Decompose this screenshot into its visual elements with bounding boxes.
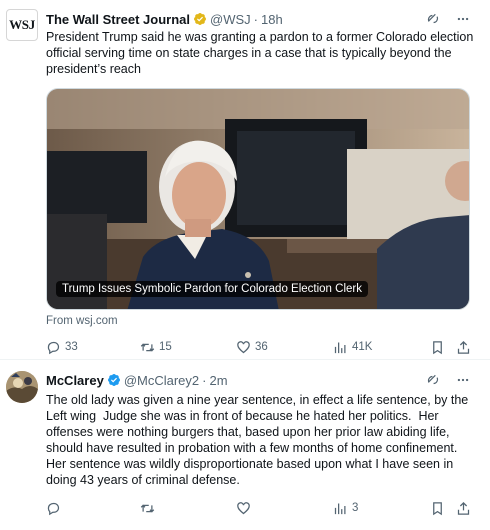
bookmark-button[interactable] bbox=[430, 340, 445, 355]
views-count: 3 bbox=[352, 502, 359, 514]
tweet-timestamp[interactable]: 2m bbox=[209, 373, 227, 388]
views-icon bbox=[334, 503, 346, 514]
bookmark-icon bbox=[433, 501, 442, 515]
link-card-title[interactable]: Trump Issues Symbolic Pardon for Colorad… bbox=[56, 281, 368, 297]
author-name[interactable]: The Wall Street Journal bbox=[46, 12, 190, 27]
reply-icon bbox=[47, 502, 60, 515]
reply-button[interactable]: 33 bbox=[46, 340, 78, 355]
more-icon[interactable] bbox=[456, 373, 470, 387]
share-icon bbox=[457, 501, 470, 515]
separator-dot: · bbox=[253, 11, 258, 27]
tweet-timestamp[interactable]: 18h bbox=[261, 12, 283, 27]
like-icon bbox=[237, 501, 250, 514]
courtroom-photo bbox=[47, 89, 469, 309]
like-button[interactable]: 36 bbox=[236, 340, 268, 355]
reply-button[interactable] bbox=[46, 501, 65, 516]
tweet-text: President Trump said he was granting a p… bbox=[46, 30, 477, 76]
mcclarey-avatar[interactable] bbox=[6, 371, 38, 403]
repost-button[interactable]: 15 bbox=[140, 340, 172, 355]
views-button[interactable]: 3 bbox=[333, 501, 358, 516]
author-handle[interactable]: @McClarey2 bbox=[124, 373, 199, 388]
share-icon bbox=[457, 340, 470, 354]
gold-verified-badge-icon[interactable] bbox=[193, 12, 207, 26]
views-count: 41K bbox=[352, 341, 373, 353]
tweet-actions: 33 15 36 41K bbox=[46, 337, 478, 357]
repost-icon bbox=[140, 342, 155, 352]
bookmark-icon bbox=[433, 340, 442, 354]
link-card-image[interactable]: Trump Issues Symbolic Pardon for Colorad… bbox=[46, 88, 470, 310]
views-icon bbox=[334, 342, 346, 353]
tweet-header: The Wall Street Journal @WSJ · 18h bbox=[46, 10, 482, 28]
reply-count: 33 bbox=[65, 341, 78, 353]
blue-verified-badge-icon[interactable] bbox=[107, 373, 121, 387]
tweet-wsj[interactable]: WSJ The Wall Street Journal @WSJ · 18h P… bbox=[0, 0, 490, 360]
tweet-actions: 3 bbox=[46, 498, 478, 518]
link-source[interactable]: From wsj.com bbox=[46, 315, 118, 327]
wsj-avatar[interactable]: WSJ bbox=[6, 9, 38, 41]
like-button[interactable] bbox=[236, 501, 255, 516]
like-count: 36 bbox=[255, 341, 268, 353]
grok-icon[interactable] bbox=[426, 12, 440, 26]
author-handle[interactable]: @WSJ bbox=[210, 12, 251, 27]
views-button[interactable]: 41K bbox=[333, 340, 372, 355]
bookmark-button[interactable] bbox=[430, 501, 445, 516]
repost-count: 15 bbox=[159, 341, 172, 353]
tweet-header: McClarey @McClarey2 · 2m bbox=[46, 371, 482, 389]
repost-button[interactable] bbox=[140, 501, 159, 516]
tweet-mcclarey[interactable]: McClarey @McClarey2 · 2m The old lady wa… bbox=[0, 361, 490, 530]
avatar-image bbox=[6, 371, 38, 403]
more-icon[interactable] bbox=[456, 12, 470, 26]
grok-icon[interactable] bbox=[426, 373, 440, 387]
reply-icon bbox=[47, 341, 60, 354]
tweet-text: The old lady was given a nine year sente… bbox=[46, 393, 472, 487]
share-button[interactable] bbox=[456, 340, 471, 355]
author-name[interactable]: McClarey bbox=[46, 373, 104, 388]
like-icon bbox=[237, 340, 250, 353]
share-button[interactable] bbox=[456, 501, 471, 516]
repost-icon bbox=[140, 503, 155, 513]
separator-dot: · bbox=[202, 372, 207, 388]
